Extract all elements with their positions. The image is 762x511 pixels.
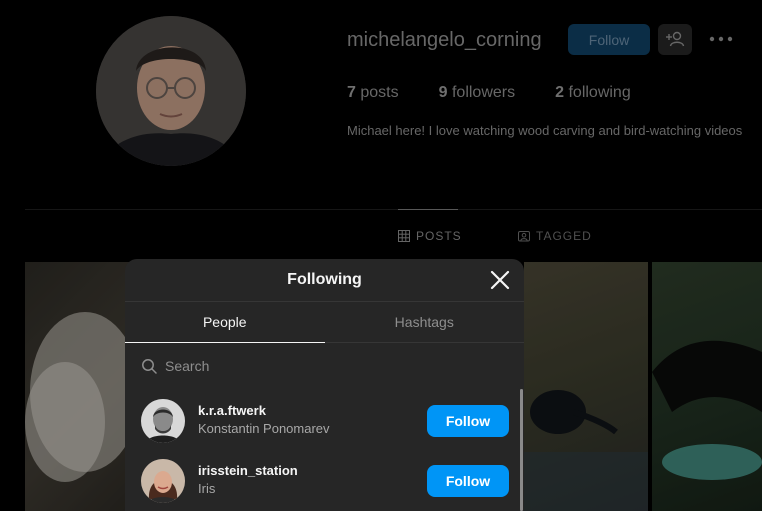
follow-user-button[interactable]: Follow [427, 465, 509, 497]
search-icon [142, 359, 157, 374]
search-input[interactable] [165, 358, 465, 374]
list-item: irisstein_station Iris Follow [125, 450, 517, 510]
user-username[interactable]: irisstein_station [198, 463, 298, 478]
user-info: irisstein_station Iris [198, 463, 298, 496]
scrollbar-thumb[interactable] [520, 389, 523, 511]
close-button[interactable] [488, 268, 512, 292]
tab-people[interactable]: People [125, 302, 325, 342]
follow-user-button[interactable]: Follow [427, 405, 509, 437]
dialog-header: Following [125, 259, 524, 302]
list-item: k.r.a.ftwerk Konstantin Ponomarev Follow [125, 390, 517, 450]
user-info: k.r.a.ftwerk Konstantin Ponomarev [198, 403, 330, 436]
following-dialog: Following People Hashtags Search k.r.a.f… [125, 259, 524, 511]
dialog-tab-indicator [125, 342, 325, 343]
scrollbar[interactable] [520, 389, 523, 511]
user-avatar[interactable] [141, 459, 185, 503]
search-bar [141, 351, 511, 381]
tab-hashtags[interactable]: Hashtags [325, 302, 525, 342]
user-username[interactable]: k.r.a.ftwerk [198, 403, 330, 418]
close-icon [490, 270, 510, 290]
dialog-tabs: People Hashtags [125, 302, 524, 343]
user-fullname: Konstantin Ponomarev [198, 421, 330, 436]
user-avatar[interactable] [141, 399, 185, 443]
dialog-title: Following [287, 271, 362, 288]
user-fullname: Iris [198, 481, 216, 496]
